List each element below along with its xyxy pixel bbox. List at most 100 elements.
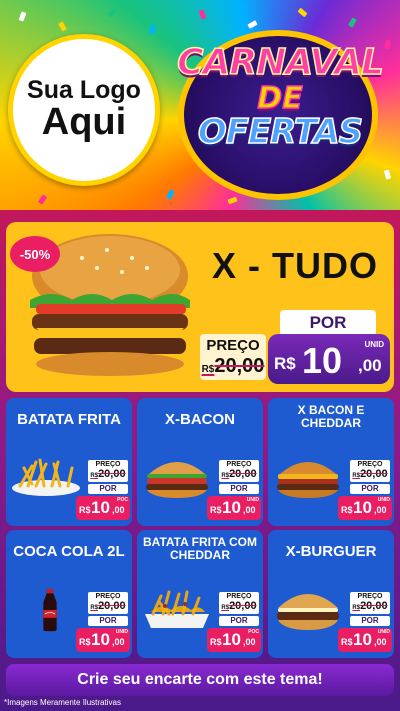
- currency: R$: [79, 505, 91, 515]
- old-price-value: 20,00: [360, 468, 388, 480]
- old-currency: R$: [221, 473, 230, 479]
- currency: R$: [79, 637, 91, 647]
- carnival-header: Sua Logo Aqui CARNAVAL DE OFERTAS: [0, 0, 400, 210]
- product-price: R$ 10 ,00 UNID: [76, 628, 130, 652]
- unit-label: UNID: [377, 497, 390, 503]
- currency: R$: [274, 354, 296, 373]
- por-label: POR: [88, 616, 128, 626]
- old-price-box: PREÇO R$20,00: [219, 460, 259, 482]
- old-price-box: PREÇO R$20,00: [88, 460, 128, 482]
- logo-line1: Sua Logo: [27, 75, 141, 104]
- old-currency: R$: [352, 473, 361, 479]
- old-price-value: 20,00: [214, 355, 265, 377]
- product-card-batata-cheddar[interactable]: BATATA FRITA COM CHEDDAR PREÇO R$20,00 P…: [137, 530, 263, 658]
- confetti: [166, 189, 175, 200]
- product-card-x-bacon-cheddar[interactable]: X BACON E CHEDDAR PREÇO R$20,00 POR R$ 1…: [268, 398, 394, 526]
- create-flyer-button[interactable]: Crie seu encarte com este tema!: [6, 664, 394, 696]
- por-label: POR: [350, 484, 390, 494]
- old-currency: R$: [90, 605, 99, 611]
- price-int: 10: [353, 498, 372, 517]
- logo-line2: Aqui: [41, 100, 127, 143]
- old-price: R$20,00: [219, 601, 259, 612]
- preco-label: PREÇO: [226, 461, 252, 468]
- old-price: R$20,00: [350, 469, 390, 480]
- por-label: POR: [88, 484, 128, 494]
- currency: R$: [341, 637, 353, 647]
- product-price: R$ 10 ,00 UNID: [207, 496, 261, 520]
- price-cents: ,00: [358, 356, 382, 375]
- old-price-box: PREÇO R$20,00: [219, 592, 259, 614]
- featured-price: R$ 10 ,00 UNID: [268, 334, 390, 384]
- price-int: 10: [302, 340, 343, 381]
- product-card-coca-cola[interactable]: COCA COLA 2L PREÇO R$20,00 POR R$ 10 ,00…: [6, 530, 132, 658]
- product-name: X-BURGUER: [285, 543, 377, 560]
- preco-label: PREÇO: [357, 593, 383, 600]
- discount-badge: -50%: [10, 236, 60, 272]
- old-price-box: PREÇO R$20,00: [350, 592, 390, 614]
- confetti: [348, 17, 357, 28]
- price-cents: ,00: [374, 637, 387, 647]
- soda-bottle-icon: [43, 588, 57, 632]
- price-cents: ,00: [374, 505, 387, 515]
- product-card-x-bacon[interactable]: X-BACON PREÇO R$20,00 POR R$ 10 ,00 UNID: [137, 398, 263, 526]
- price-cents: ,00: [112, 637, 125, 647]
- preco-label: PREÇO: [95, 461, 121, 468]
- old-price-value: 20,00: [98, 468, 126, 480]
- preco-label: PREÇO: [206, 337, 260, 354]
- product-name: X BACON E CHEDDAR: [297, 403, 365, 431]
- price-cents: ,00: [112, 505, 125, 515]
- currency: R$: [210, 505, 222, 515]
- preco-label: PREÇO: [357, 461, 383, 468]
- currency: R$: [210, 637, 222, 647]
- product-price: R$ 10 ,00 POC: [207, 628, 261, 652]
- price-int: 10: [91, 498, 110, 517]
- product-price: R$ 10 ,00 UNID: [338, 496, 392, 520]
- confetti: [149, 24, 156, 35]
- price-int: 10: [222, 630, 241, 649]
- price-int: 10: [353, 630, 372, 649]
- old-price: R$20,00: [219, 469, 259, 480]
- old-currency: R$: [201, 364, 215, 375]
- burger-icon: [277, 462, 339, 498]
- disclaimer-text: *Imagens Meramente Ilustrativas: [4, 698, 121, 707]
- featured-product-name: X - TUDO: [212, 245, 378, 286]
- unit-label: POC: [117, 497, 128, 503]
- old-price: R$20,00: [88, 469, 128, 480]
- product-name: COCA COLA 2L: [13, 543, 125, 560]
- confetti: [297, 7, 308, 18]
- old-price-value: 20,00: [229, 468, 257, 480]
- unit-label: POC: [248, 629, 259, 635]
- title-line1: CARNAVAL: [176, 42, 384, 83]
- confetti: [107, 7, 118, 18]
- confetti: [58, 21, 67, 32]
- product-card-batata-frita[interactable]: BATATA FRITA PREÇO R$20,00 POR R$ 10 ,00…: [6, 398, 132, 526]
- product-name: BATATA FRITA: [17, 411, 121, 428]
- old-price-value: 20,00: [360, 600, 388, 612]
- price-cents: ,00: [243, 637, 256, 647]
- preco-label: PREÇO: [226, 593, 252, 600]
- old-price: R$20,00: [200, 355, 266, 378]
- featured-old-price-box: PREÇO R$20,00: [200, 334, 266, 380]
- fries-icon: [12, 458, 80, 496]
- currency: R$: [341, 505, 353, 515]
- unit-label: UNID: [115, 629, 128, 635]
- old-price: R$20,00: [88, 601, 128, 612]
- confetti: [37, 194, 48, 205]
- confetti: [227, 196, 238, 205]
- price-int: 10: [222, 498, 241, 517]
- burger-icon: [277, 594, 339, 630]
- burger-icon: [146, 462, 208, 498]
- product-card-x-burguer[interactable]: X-BURGUER PREÇO R$20,00 POR R$ 10 ,00 UN…: [268, 530, 394, 658]
- old-price-box: PREÇO R$20,00: [350, 460, 390, 482]
- confetti: [198, 9, 207, 20]
- old-currency: R$: [90, 473, 99, 479]
- price-int: 10: [91, 630, 110, 649]
- cheese-fries-icon: [145, 590, 209, 628]
- product-name: X-BACON: [165, 411, 235, 428]
- por-label: POR: [219, 616, 259, 626]
- old-price-value: 20,00: [229, 600, 257, 612]
- unit-label: UNID: [364, 340, 384, 349]
- unit-label: UNID: [246, 497, 259, 503]
- featured-por-label: POR: [280, 310, 376, 336]
- confetti: [247, 20, 258, 29]
